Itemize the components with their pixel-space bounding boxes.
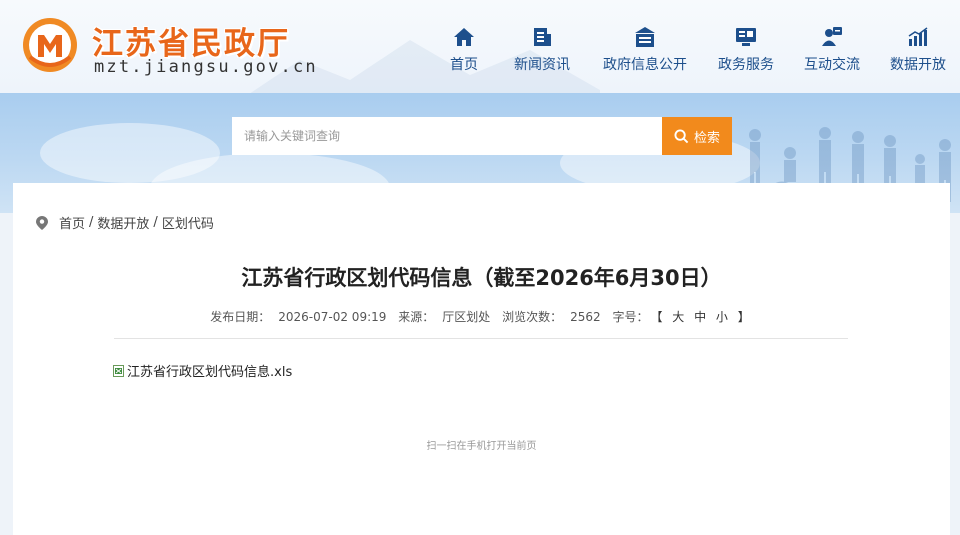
news-icon [534,28,551,46]
source: 厅区划处 [442,310,491,324]
article-meta: 发布日期： 2026-07-02 09:19 来源： 厅区划处 浏览次数： 2562 … [13,308,950,325]
excel-file-icon [113,364,124,377]
search-icon [674,128,689,143]
home-icon [454,28,474,46]
attachment-link[interactable]: 江苏省行政区划代码信息.xls [113,361,292,380]
search-button-label: 检索 [693,130,720,146]
interaction-icon [822,27,842,46]
location-pin-icon [36,215,48,230]
article-title: 江苏省行政区划代码信息（截至2026年6月30日） [241,266,722,290]
search-button[interactable]: 检索 [662,117,732,155]
breadcrumb-separator: / [89,215,94,230]
nav-label: 首页 [450,57,478,73]
site-domain: mzt.jiangsu.gov.cn [94,57,318,77]
breadcrumb-data-open[interactable]: 数据开放 [97,213,149,232]
breadcrumb-home[interactable]: 首页 [59,213,85,232]
nav-label: 政府信息公开 [603,57,687,73]
font-size-switcher[interactable]: 【 大 中 小 】 [656,310,752,324]
nav-label: 互动交流 [804,57,860,73]
main-nav: 首页 新闻资讯 政府信息公开 政务服务 互动交流 数据开放 [430,26,956,76]
nav-label: 政务服务 [718,57,774,73]
nav-item-news[interactable]: 新闻资讯 [504,26,580,76]
publish-date-label: 发布日期： [210,310,271,324]
info-disclosure-icon [635,27,655,47]
views-label: 浏览次数： [502,310,563,324]
font-size-label: 字号： [612,310,649,324]
title-divider [114,338,848,339]
nav-label: 数据开放 [890,57,946,73]
breadcrumb-separator: / [153,215,158,230]
nav-item-service[interactable]: 政务服务 [708,26,784,76]
content-card: 首页 / 数据开放 / 区划代码 江苏省行政区划代码信息（截至2026年6月30… [13,183,950,535]
nav-item-interaction[interactable]: 互动交流 [794,26,870,76]
view-count: 2562 [570,310,601,324]
nav-item-info-disclosure[interactable]: 政府信息公开 [592,26,698,76]
data-chart-icon [908,27,928,46]
attachment-filename: 江苏省行政区划代码信息.xls [127,365,293,380]
nav-item-data-open[interactable]: 数据开放 [880,26,956,76]
nav-item-home[interactable]: 首页 [430,26,498,76]
nav-label: 新闻资讯 [514,57,570,73]
service-icon [736,28,756,46]
source-label: 来源： [398,310,435,324]
site-header: 江苏省民政厅 mzt.jiangsu.gov.cn 首页 新闻资讯 政府信息公开… [0,0,960,93]
qr-scan-hint: 扫一扫在手机打开当前页 [426,441,537,452]
breadcrumb: 首页 / 数据开放 / 区划代码 [36,213,214,232]
civil-affairs-logo-icon[interactable] [22,17,78,73]
publish-date: 2026-07-02 09:19 [278,310,387,324]
breadcrumb-region-code[interactable]: 区划代码 [162,213,214,232]
search-input[interactable] [232,117,662,155]
